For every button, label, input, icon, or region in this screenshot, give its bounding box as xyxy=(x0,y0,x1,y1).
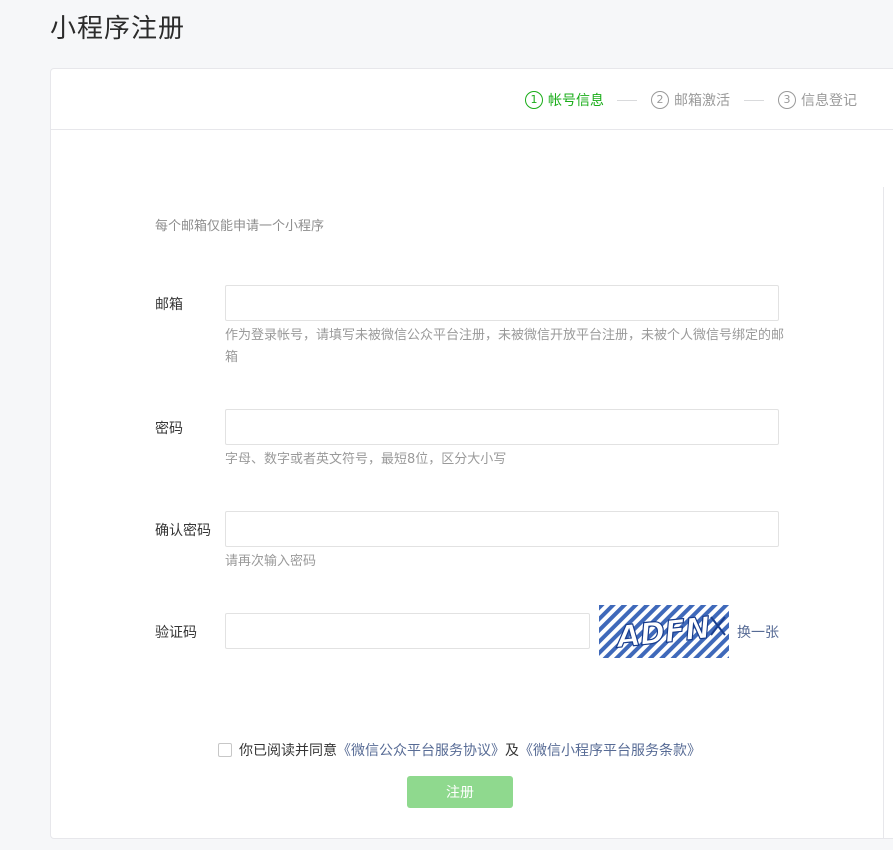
confirm-password-label: 确认密码 xyxy=(155,523,211,539)
step-number: 3 xyxy=(778,91,796,109)
step-label: 邮箱激活 xyxy=(674,93,730,109)
step-label: 帐号信息 xyxy=(548,93,604,109)
email-label: 邮箱 xyxy=(155,297,183,313)
email-hint: 作为登录帐号，请填写未被微信公众平台注册，未被微信开放平台注册，未被个人微信号绑… xyxy=(225,328,785,365)
agreement-prefix: 你已阅读并同意 xyxy=(239,743,337,759)
email-input[interactable] xyxy=(225,285,779,321)
step-indicator: 1 帐号信息 2 邮箱激活 3 信息登记 xyxy=(51,69,893,130)
service-agreement-link[interactable]: 《微信公众平台服务协议》 xyxy=(337,740,505,760)
step-email-activation: 2 邮箱激活 xyxy=(651,90,730,110)
panel-divider xyxy=(883,187,884,839)
step-label: 信息登记 xyxy=(801,93,857,109)
password-hint: 字母、数字或者英文符号，最短8位，区分大小写 xyxy=(225,452,507,467)
agreement-row: 你已阅读并同意 《微信公众平台服务协议》 及 《微信小程序平台服务条款》 xyxy=(218,740,701,760)
agreement-checkbox[interactable] xyxy=(218,743,232,757)
mini-program-terms-link[interactable]: 《微信小程序平台服务条款》 xyxy=(519,740,701,760)
confirm-password-hint: 请再次输入密码 xyxy=(225,554,317,569)
step-divider xyxy=(617,100,637,101)
page-title: 小程序注册 xyxy=(50,14,186,44)
step-number: 1 xyxy=(525,91,543,109)
step-account-info: 1 帐号信息 xyxy=(525,90,604,110)
captcha-image[interactable]: ADFN xyxy=(599,605,729,658)
step-divider xyxy=(744,100,764,101)
password-label: 密码 xyxy=(155,421,183,437)
agreement-conjunction: 及 xyxy=(505,743,519,759)
confirm-password-input[interactable] xyxy=(225,511,779,547)
register-button[interactable]: 注册 xyxy=(407,776,513,808)
captcha-input[interactable] xyxy=(225,613,590,649)
registration-card: 1 帐号信息 2 邮箱激活 3 信息登记 每个邮箱仅能申请一个小程序 邮箱 作为… xyxy=(50,68,893,839)
step-number: 2 xyxy=(651,91,669,109)
password-input[interactable] xyxy=(225,409,779,445)
captcha-label: 验证码 xyxy=(155,625,197,641)
form-tip: 每个邮箱仅能申请一个小程序 xyxy=(155,219,325,234)
step-info-registration: 3 信息登记 xyxy=(778,90,857,110)
refresh-captcha-link[interactable]: 换一张 xyxy=(737,622,779,642)
